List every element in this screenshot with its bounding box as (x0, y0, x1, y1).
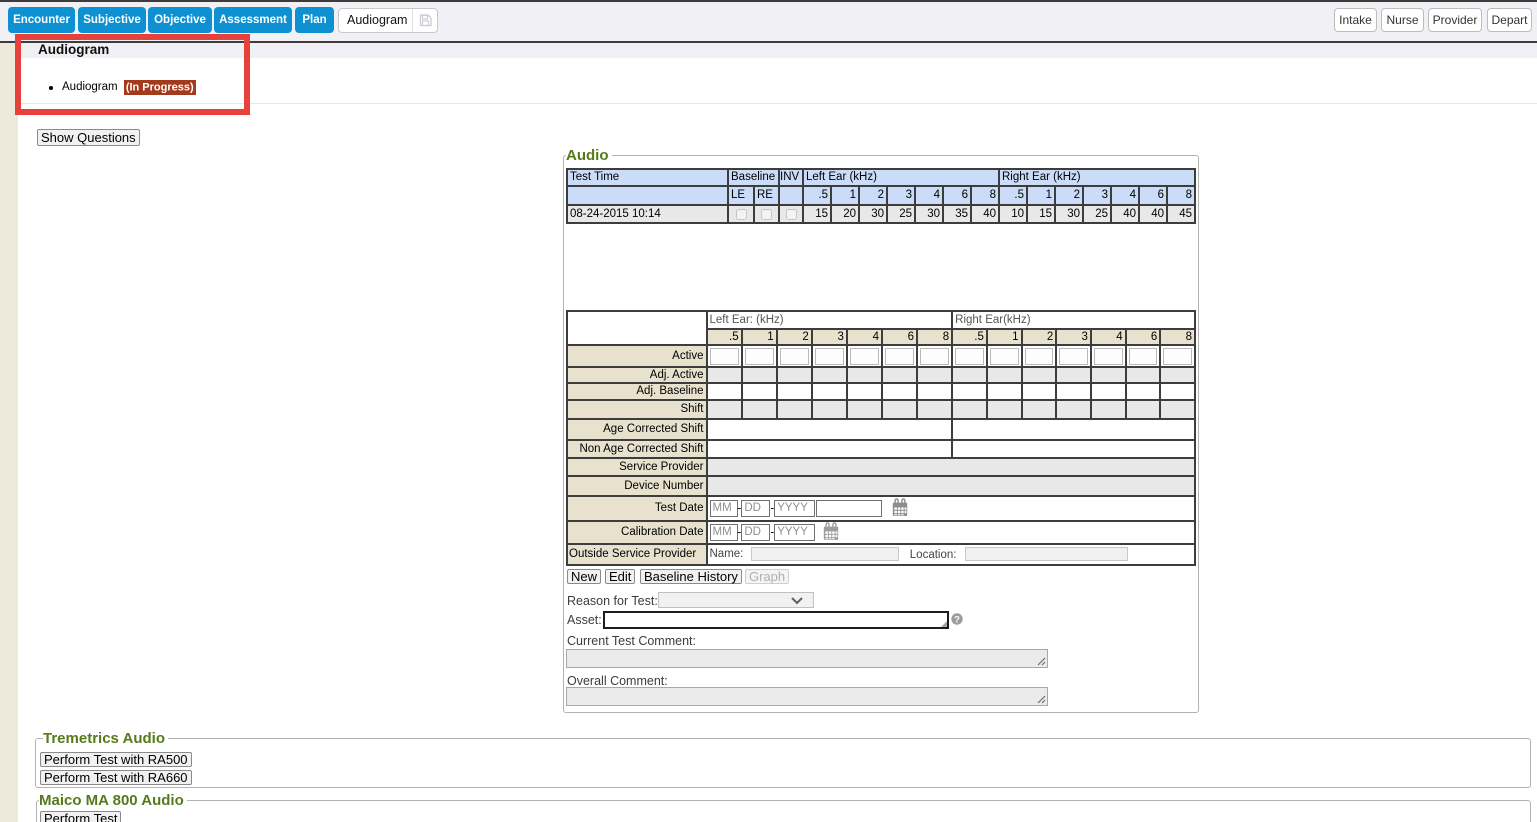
svg-text:?: ? (954, 614, 960, 625)
